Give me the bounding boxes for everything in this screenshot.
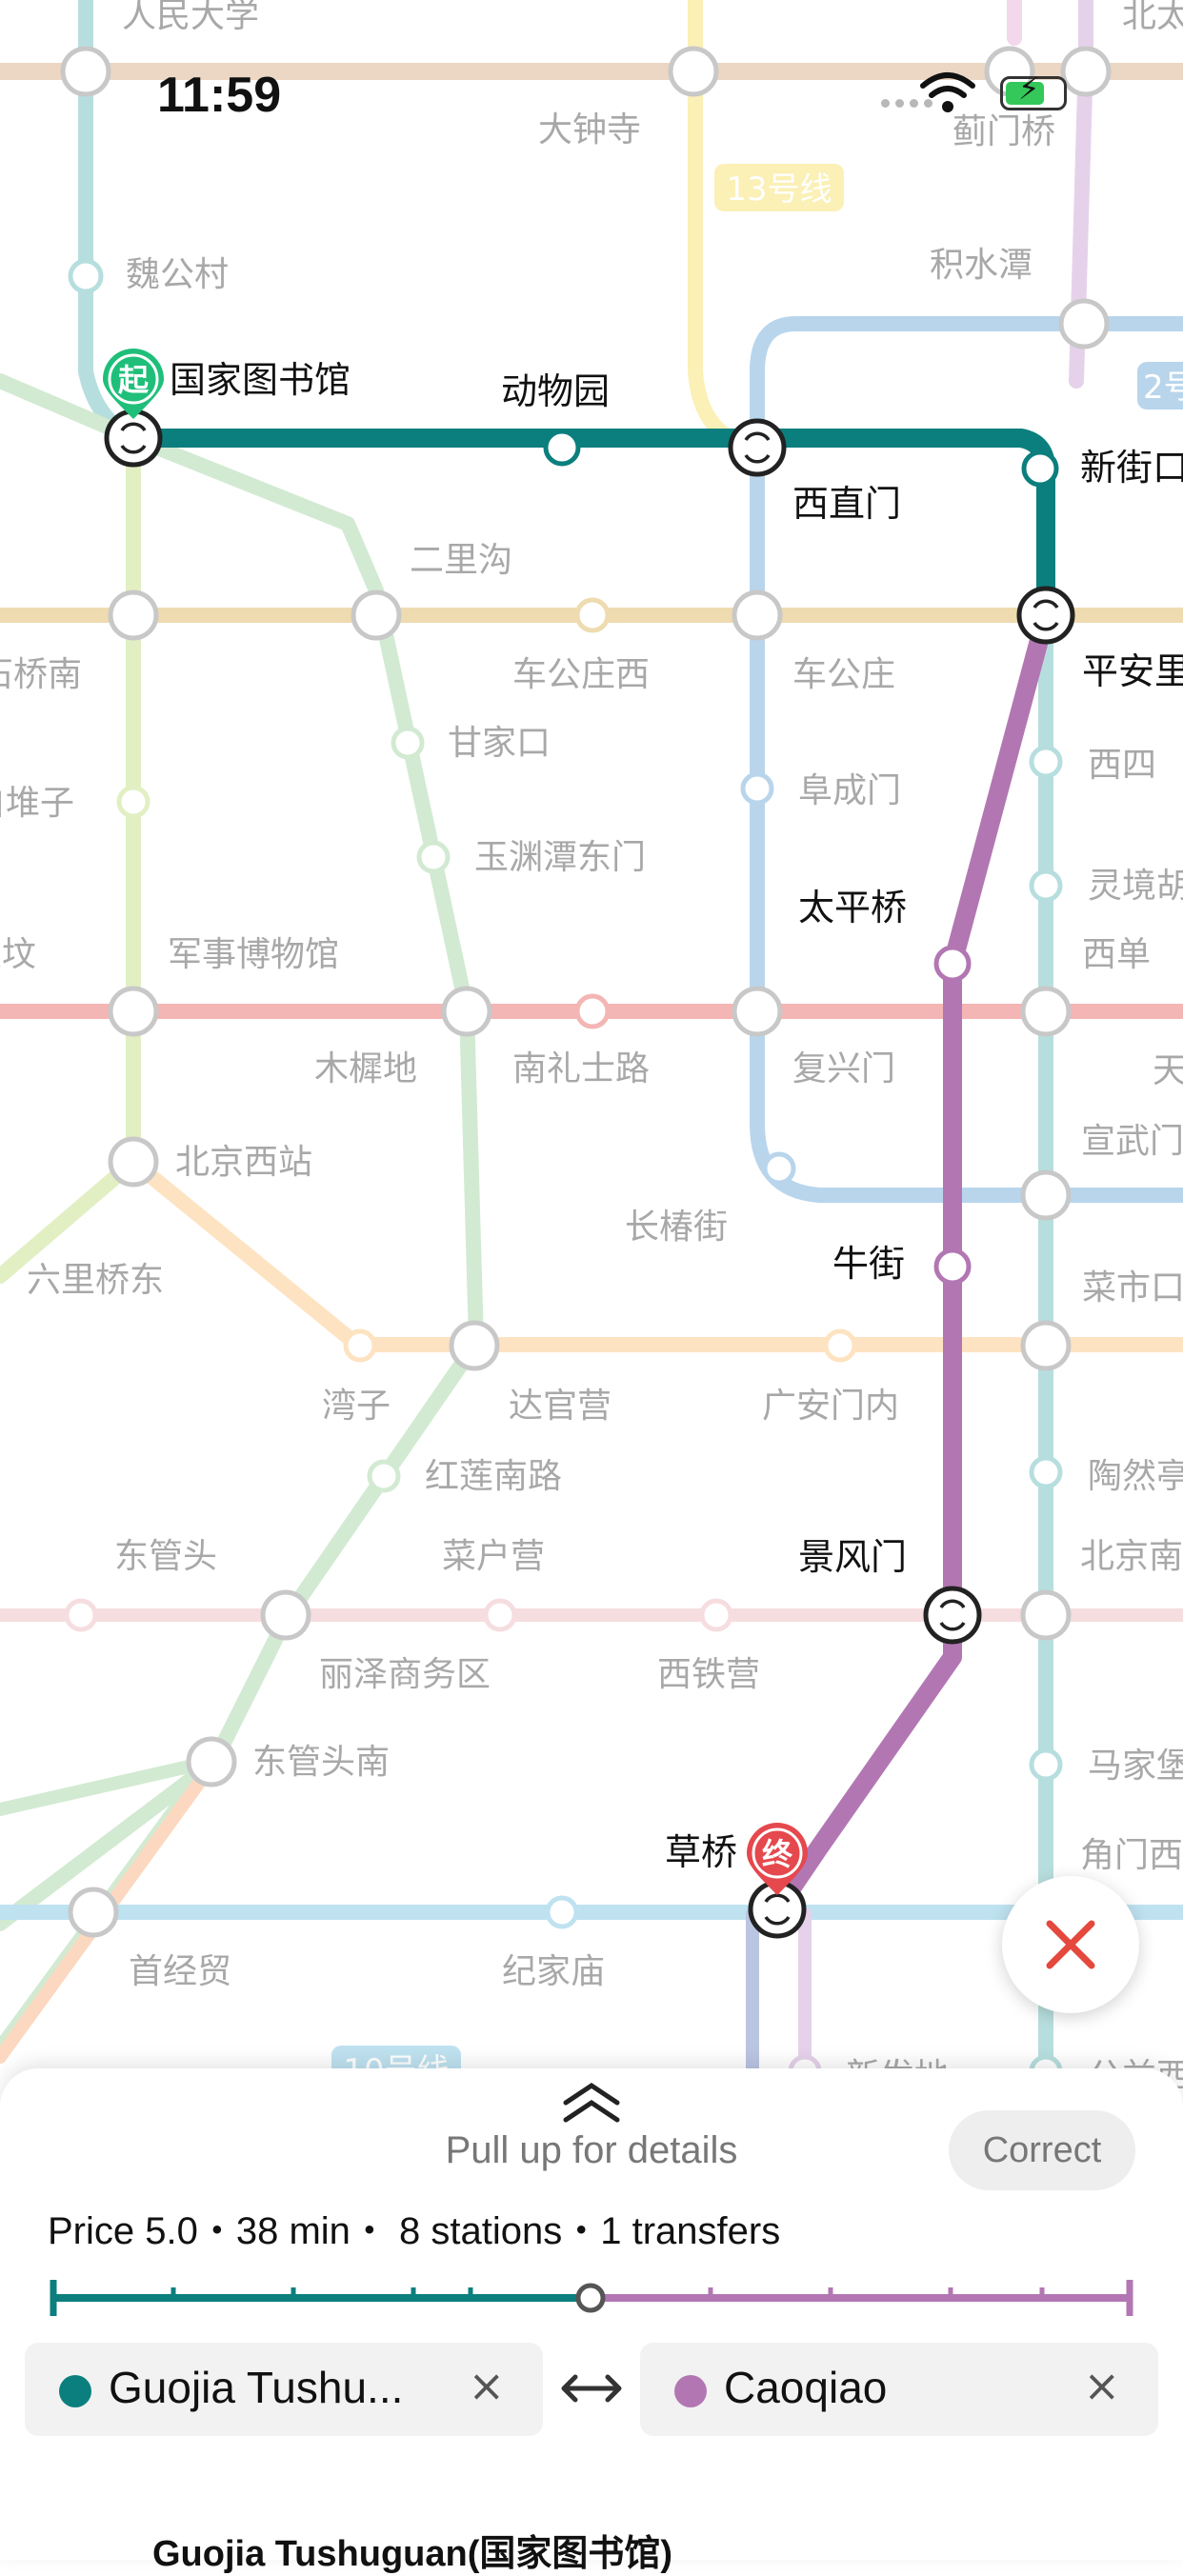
- station-label[interactable]: 白堆子: [0, 784, 74, 823]
- station-label[interactable]: 湾子: [322, 1387, 391, 1426]
- station-label[interactable]: 魏公村: [126, 255, 229, 294]
- station-label[interactable]: 首经贸: [129, 1952, 231, 1991]
- station-label[interactable]: 长椿街: [625, 1208, 728, 1247]
- line-13-badge-text: 13号线: [726, 170, 832, 209]
- line-color-dot: [59, 2375, 91, 2407]
- station-label[interactable]: 菜户营: [442, 1537, 545, 1576]
- to-station-name: Caoqiao: [724, 2363, 888, 2412]
- station-label[interactable]: 西单: [1082, 935, 1151, 974]
- station-label-caoqiao[interactable]: 草桥: [665, 1831, 737, 1873]
- station-label[interactable]: 北京南: [1080, 1537, 1183, 1576]
- subway-map[interactable]: 13号线 2号 10号线 人民大学 北太 大钟寺 蓟门桥 魏公村 积水潭 二里沟…: [0, 0, 1183, 2095]
- start-marker[interactable]: 起: [103, 349, 164, 419]
- station-label[interactable]: 纪家庙: [502, 1952, 605, 1991]
- swap-stations-icon[interactable]: [558, 2362, 625, 2415]
- station-label[interactable]: 木樨地: [314, 1049, 417, 1088]
- station-label[interactable]: 天: [1153, 1051, 1183, 1090]
- station-label[interactable]: 石桥南: [0, 655, 82, 694]
- station-label[interactable]: 甘家口: [448, 724, 551, 763]
- start-marker-label: 起: [118, 362, 150, 398]
- station-label[interactable]: 大钟寺: [538, 110, 641, 150]
- station-label[interactable]: 景风门: [798, 1536, 907, 1578]
- station-label[interactable]: 广安门内: [762, 1387, 899, 1426]
- route-detail-title: Guojia Tushuguan(国家图书馆): [152, 2534, 673, 2574]
- station-label[interactable]: 西四: [1088, 746, 1156, 785]
- station-label[interactable]: 东管头: [114, 1537, 217, 1576]
- station-label[interactable]: 角门西: [1080, 1836, 1183, 1875]
- station-label[interactable]: 东管头南: [252, 1743, 390, 1782]
- station-label[interactable]: 宣武门: [1081, 1122, 1183, 1161]
- station-label[interactable]: 玉渊潭东门: [474, 838, 646, 877]
- station-label[interactable]: 公主坟: [0, 935, 36, 974]
- status-time: 11:59: [157, 68, 282, 123]
- station-label[interactable]: 积水潭: [930, 246, 1033, 285]
- station-label[interactable]: 六里桥东: [27, 1261, 164, 1300]
- from-station-name: Guojia Tushu...: [109, 2363, 404, 2412]
- status-bar: 11:59 ⚡: [0, 0, 1183, 123]
- close-icon: [1046, 1920, 1095, 1969]
- station-label[interactable]: 丽泽商务区: [319, 1655, 491, 1694]
- correct-button[interactable]: Correct: [949, 2110, 1135, 2190]
- line-2-badge-text: 2号: [1143, 369, 1183, 407]
- station-label-guojia-tushuguan[interactable]: 国家图书馆: [170, 359, 351, 401]
- station-label[interactable]: 灵境胡: [1088, 867, 1183, 906]
- station-label[interactable]: 新街口: [1080, 447, 1183, 489]
- station-label[interactable]: 军事博物馆: [168, 935, 339, 974]
- station-label[interactable]: 阜成门: [798, 771, 901, 810]
- from-station-field[interactable]: Guojia Tushu... ×: [25, 2343, 543, 2436]
- station-label[interactable]: 二里沟: [410, 541, 512, 580]
- station-label[interactable]: 车公庄西: [512, 655, 650, 694]
- close-route-button[interactable]: [1002, 1876, 1139, 2013]
- station-label[interactable]: 南礼士路: [512, 1049, 650, 1088]
- station-label[interactable]: 北京西站: [175, 1143, 312, 1182]
- station-label[interactable]: 陶然亭: [1088, 1457, 1183, 1496]
- station-label[interactable]: 蓟门桥: [952, 112, 1055, 151]
- route-progress-bar: [50, 2280, 1133, 2316]
- station-label[interactable]: 西铁营: [657, 1655, 760, 1694]
- battery-icon: ⚡: [1000, 73, 1067, 110]
- station-label[interactable]: 西直门: [792, 483, 901, 525]
- station-label[interactable]: 车公庄: [792, 655, 895, 694]
- clear-to-icon[interactable]: ×: [1083, 2360, 1120, 2411]
- station-label[interactable]: 达官营: [509, 1387, 612, 1426]
- to-station-field[interactable]: Caoqiao ×: [640, 2343, 1158, 2436]
- end-marker-label: 终: [762, 1836, 793, 1872]
- station-label[interactable]: 牛街: [832, 1243, 905, 1285]
- line-color-dot: [674, 2375, 707, 2407]
- clear-from-icon[interactable]: ×: [468, 2360, 505, 2411]
- chevron-up-icon[interactable]: [558, 2082, 625, 2126]
- route-summary: Price 5.0・38 min・ 8 stations・1 transfers: [48, 2210, 781, 2252]
- station-label[interactable]: 复兴门: [792, 1049, 895, 1088]
- station-label[interactable]: 平安里: [1082, 650, 1183, 692]
- station-label[interactable]: 太平桥: [798, 887, 907, 929]
- station-label[interactable]: 菜市口: [1082, 1268, 1183, 1308]
- wifi-icon: [920, 72, 975, 112]
- station-label[interactable]: 马家堡: [1088, 1747, 1183, 1786]
- station-label[interactable]: 动物园: [501, 370, 610, 412]
- station-label[interactable]: 红莲南路: [425, 1457, 562, 1496]
